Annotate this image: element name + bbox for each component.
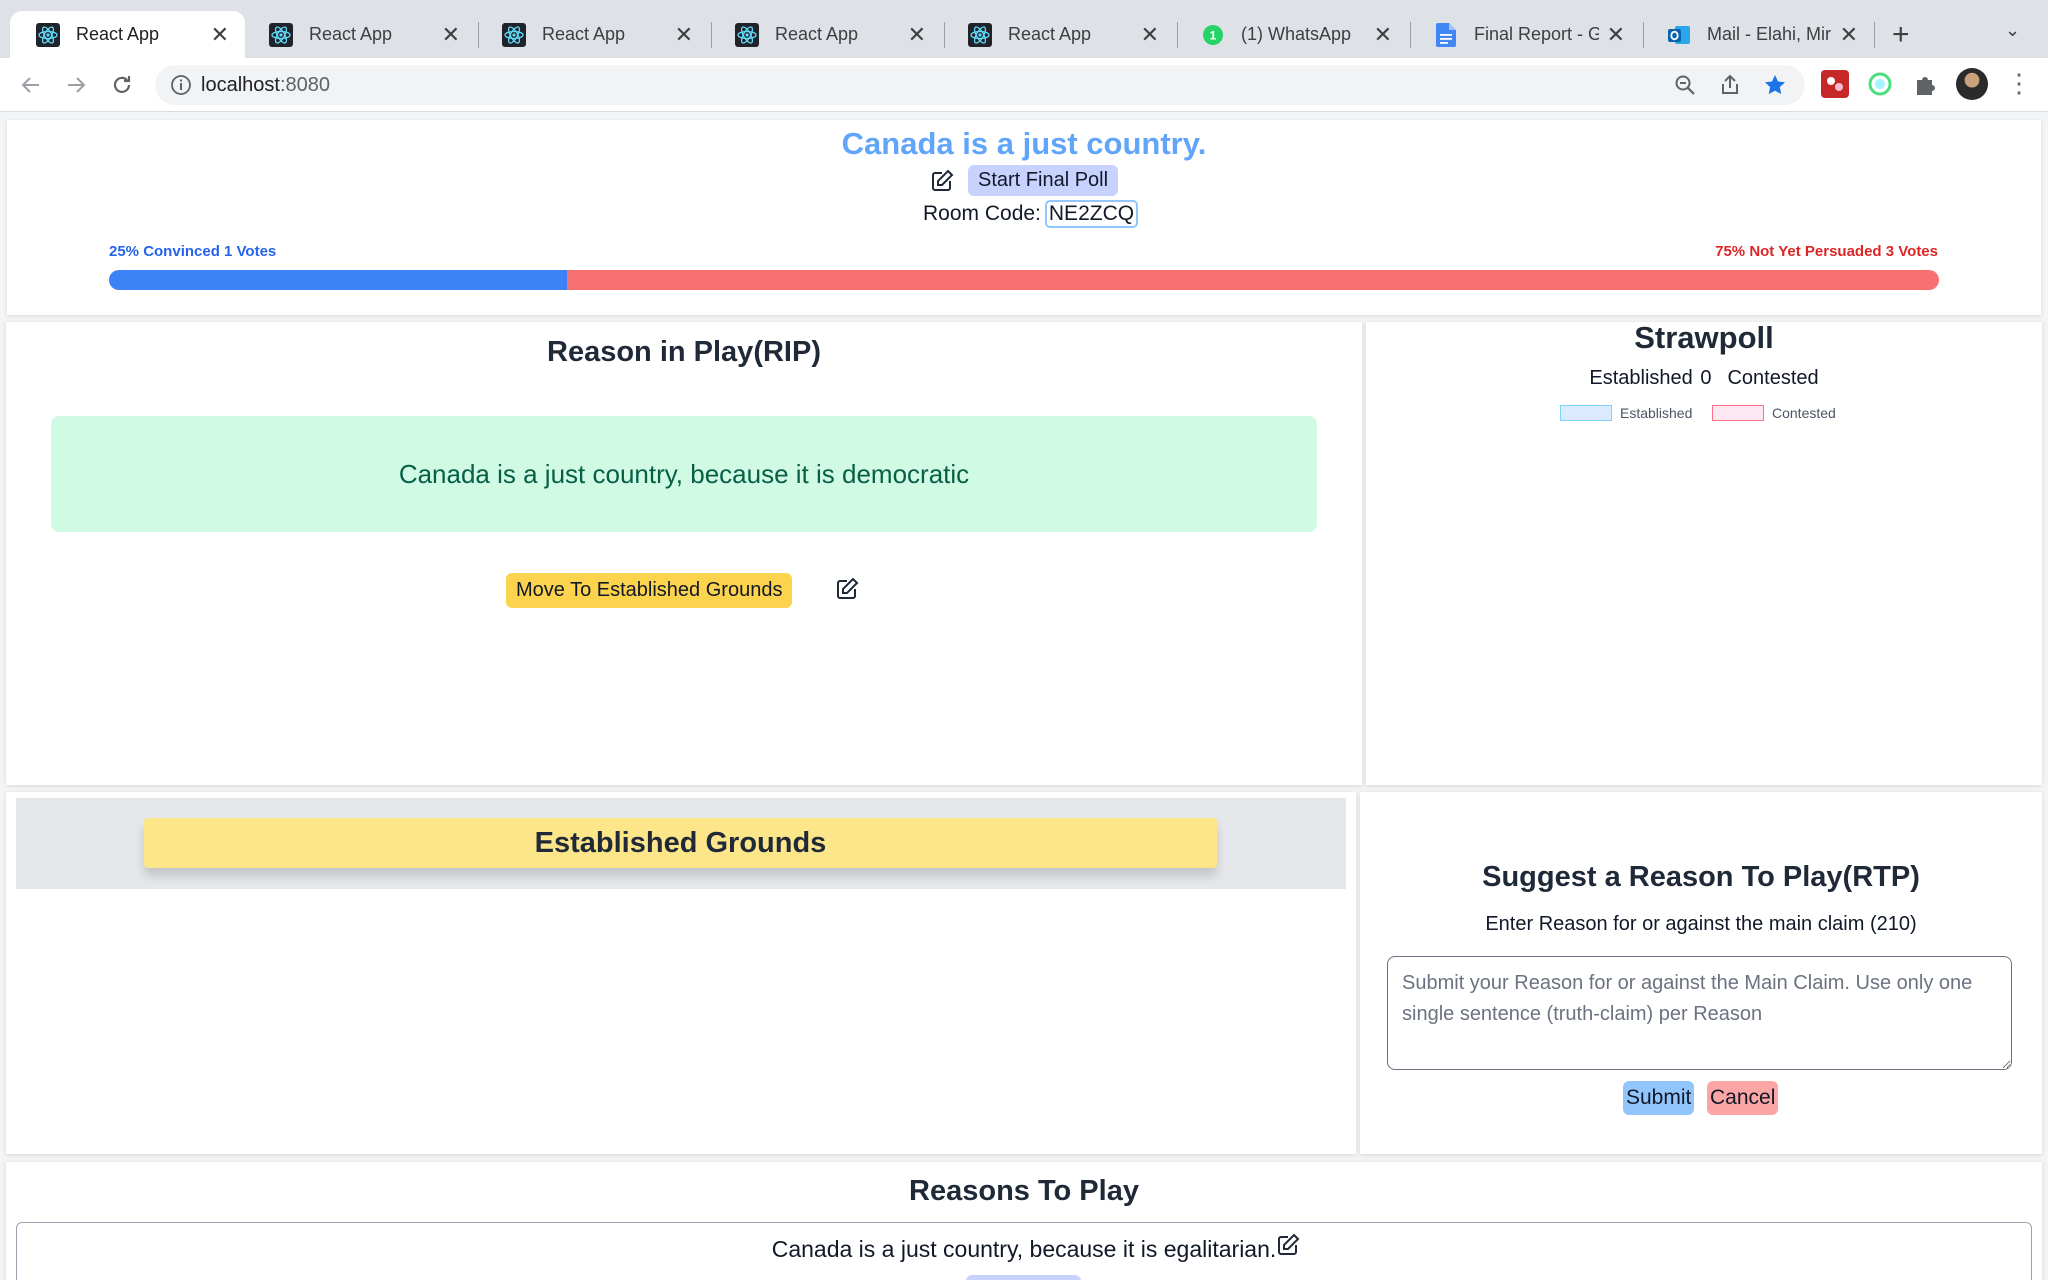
- room-code-label: Room Code:: [923, 202, 1041, 225]
- vote-progress-bar: [109, 270, 1939, 290]
- url-host: localhost: [201, 74, 280, 96]
- edit-rtp-icon[interactable]: [1274, 1231, 1302, 1259]
- close-icon[interactable]: ✕: [211, 22, 229, 48]
- tab-title: React App: [309, 24, 393, 44]
- url-port: :8080: [279, 74, 330, 96]
- extension-green-icon[interactable]: [1866, 70, 1894, 98]
- extension-red-icon[interactable]: [1821, 70, 1849, 98]
- established-count: Established 0: [1589, 367, 1712, 389]
- tab-title: React App: [76, 24, 160, 44]
- rip-reason-text: Canada is a just country, because it is …: [398, 458, 970, 489]
- main-claim: Canada is a just country.: [841, 126, 1207, 161]
- tab-title: Final Report - Go: [1474, 24, 1599, 44]
- browser-tab[interactable]: React App ✕: [10, 11, 245, 58]
- close-icon[interactable]: ✕: [1607, 22, 1625, 48]
- browser-tab[interactable]: React App ✕: [709, 11, 942, 58]
- strawpoll-stats: Established 0 Contested: [1366, 367, 2042, 390]
- outlook-icon: [1667, 23, 1691, 47]
- close-icon[interactable]: ✕: [908, 22, 926, 48]
- browser-tab[interactable]: React App ✕: [942, 11, 1175, 58]
- edit-claim-icon[interactable]: [928, 167, 956, 195]
- rtp-title: Reasons To Play: [909, 1175, 1139, 1207]
- submit-button[interactable]: Submit: [1623, 1081, 1695, 1115]
- reload-icon[interactable]: [105, 68, 139, 102]
- room-code: Room Code: NE2ZCQ: [923, 200, 1139, 228]
- browser-tab[interactable]: Mail - Elahi, Mir A ✕: [1641, 11, 1874, 58]
- rip-reason-box: Canada is a just country, because it is …: [51, 416, 1317, 532]
- rip-card: [6, 322, 1362, 785]
- tab-strip: React App ✕ React App ✕ React App ✕ Reac…: [0, 0, 2048, 58]
- not-persuaded-label: 75% Not Yet Persuaded 3 Votes: [1715, 243, 1938, 260]
- suggest-subtitle: Enter Reason for or against the main cla…: [1485, 913, 1917, 935]
- close-icon[interactable]: ✕: [1141, 22, 1159, 48]
- convinced-progress-fill: [109, 270, 567, 290]
- close-icon[interactable]: ✕: [1374, 22, 1392, 48]
- legend-item-contested[interactable]: Contested: [1712, 405, 1836, 421]
- legend-label-contested: Contested: [1772, 405, 1836, 421]
- react-icon: [502, 22, 526, 47]
- zoom-icon[interactable]: [1673, 73, 1697, 97]
- room-code-value[interactable]: NE2ZCQ: [1044, 200, 1139, 228]
- react-icon: [269, 22, 293, 47]
- react-icon: [735, 22, 759, 47]
- tab-title: React App: [1008, 24, 1092, 44]
- svg-text:1: 1: [1210, 28, 1217, 42]
- bookmark-star-icon[interactable]: [1763, 73, 1787, 97]
- browser-tab[interactable]: React App ✕: [476, 11, 709, 58]
- tab-title: React App: [775, 24, 859, 44]
- close-icon[interactable]: ✕: [442, 22, 460, 48]
- back-arrow-icon[interactable]: [14, 68, 48, 102]
- tab-title: Mail - Elahi, Mir A: [1707, 24, 1832, 44]
- share-icon[interactable]: [1718, 73, 1742, 97]
- reason-input[interactable]: [1387, 956, 2012, 1070]
- react-icon: [968, 22, 992, 47]
- browser-toolbar: localhost:8080 ⋮: [0, 58, 2048, 112]
- url-text: localhost:8080: [201, 74, 330, 97]
- edit-reason-icon[interactable]: [833, 575, 861, 603]
- strawpoll-card: [1366, 322, 2042, 785]
- browser-tab[interactable]: Final Report - Go ✕: [1408, 11, 1641, 58]
- browser-menu-icon[interactable]: ⋮: [2006, 68, 2032, 99]
- start-final-poll-button[interactable]: Start Final Poll: [968, 165, 1119, 196]
- legend-label-established: Established: [1620, 405, 1693, 421]
- rtp-action-button[interactable]: [966, 1275, 1081, 1280]
- contested-count: Contested: [1727, 367, 1819, 389]
- address-bar[interactable]: localhost:8080: [155, 65, 1805, 105]
- legend-item-established[interactable]: Established: [1560, 405, 1692, 421]
- google-docs-icon: [1434, 22, 1458, 47]
- established-title: Established Grounds: [144, 818, 1217, 868]
- close-icon[interactable]: ✕: [675, 22, 693, 48]
- convinced-label: 25% Convinced 1 Votes: [109, 243, 277, 260]
- forward-arrow-icon[interactable]: [59, 68, 93, 102]
- browser-tab[interactable]: 1 (1) WhatsApp ✕: [1175, 11, 1408, 58]
- new-tab-button[interactable]: +: [1892, 18, 1910, 52]
- rip-title: Reason in Play(RIP): [547, 336, 821, 368]
- site-info-icon[interactable]: [169, 73, 193, 97]
- profile-avatar[interactable]: [1956, 68, 1988, 100]
- suggest-title: Suggest a Reason To Play(RTP): [1482, 861, 1920, 893]
- browser-tab[interactable]: React App ✕: [243, 11, 476, 58]
- close-icon[interactable]: ✕: [1840, 22, 1858, 48]
- whatsapp-icon: 1: [1201, 23, 1225, 47]
- tab-separator: [1874, 22, 1875, 48]
- cancel-button[interactable]: Cancel: [1707, 1081, 1779, 1115]
- react-icon: [36, 22, 60, 47]
- tab-title: (1) WhatsApp: [1241, 24, 1352, 44]
- legend-swatch-established: [1560, 405, 1612, 421]
- move-to-established-button[interactable]: Move To Established Grounds: [506, 573, 793, 608]
- rtp-item-text: Canada is a just country, because it is …: [771, 1236, 1277, 1262]
- tab-search-chevron-icon[interactable]: ⌄: [2005, 20, 2020, 41]
- tab-title: React App: [542, 24, 626, 44]
- strawpoll-title: Strawpoll: [1634, 320, 1774, 355]
- legend-swatch-contested: [1712, 405, 1764, 421]
- extensions-puzzle-icon[interactable]: [1911, 70, 1939, 98]
